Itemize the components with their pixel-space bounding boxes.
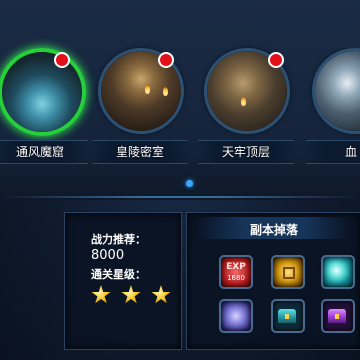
clear-stars-label: 通关星级： (91, 268, 146, 281)
crystal-orb-icon[interactable] (321, 255, 355, 289)
chest-lock (285, 314, 289, 319)
alert-dot-icon (158, 52, 174, 68)
alert-dot-icon (54, 52, 70, 68)
torch-icon (163, 87, 168, 96)
page-indicator-dot (186, 180, 193, 187)
blue-chest-icon[interactable] (271, 299, 305, 333)
alert-dot-icon (268, 52, 284, 68)
ice-scene-image (315, 51, 360, 131)
dungeon-name: 通风魔窟 (15, 145, 64, 159)
star-icon (121, 285, 141, 304)
star-icon (151, 285, 171, 304)
dungeon-portrait[interactable] (312, 48, 360, 134)
dungeon-card-tongfeng[interactable]: 通风魔窟 (0, 48, 88, 178)
purple-chest-icon[interactable] (321, 299, 355, 333)
dungeon-info-panel: 战力推荐： 8000 通关星级： (64, 212, 182, 350)
dungeon-card-huangling[interactable]: 皇陵密室 (92, 48, 188, 178)
dungeon-drops-panel: 副本掉落 EXP 1680 (186, 212, 360, 350)
dungeon-card-tianlao[interactable]: 天牢顶层 (198, 48, 294, 178)
exp-label: EXP (226, 262, 246, 272)
cave-scene-image (2, 52, 82, 132)
gold-coin-icon[interactable] (271, 255, 305, 289)
exp-icon[interactable]: EXP 1680 (219, 255, 253, 289)
dungeon-name: 皇陵密室 (115, 145, 164, 159)
dungeon-card-xue[interactable]: 血 (306, 48, 360, 178)
drops-title: 副本掉落 (249, 223, 298, 237)
coin-hole (283, 267, 295, 279)
recommended-power-label: 战力推荐： (91, 233, 146, 246)
purple-shard-icon[interactable] (219, 299, 253, 333)
dungeon-name: 天牢顶层 (221, 145, 270, 159)
recommended-power-value: 8000 (91, 248, 125, 263)
section-divider (0, 196, 360, 198)
exp-amount: 1680 (227, 274, 245, 282)
dungeon-portrait[interactable] (0, 48, 86, 136)
chest-lock (335, 314, 339, 319)
star-icon (91, 285, 111, 304)
dungeon-name: 血 (344, 145, 357, 159)
torch-icon (145, 85, 150, 94)
torch-icon (241, 97, 246, 106)
